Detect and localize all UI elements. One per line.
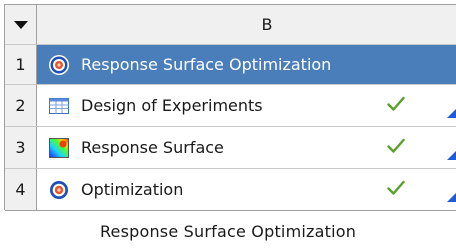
up-to-date-check-icon <box>387 138 405 158</box>
row-label: Optimization <box>81 180 184 199</box>
row-number: 3 <box>5 127 37 168</box>
table-row-design-of-experiments[interactable]: 2 Design of Experiments <box>5 85 456 127</box>
system-cell-table: B 1 Response Surface Optimization 2 Desi… <box>4 4 456 211</box>
connection-handle-icon[interactable] <box>447 103 456 122</box>
connection-handle-icon[interactable] <box>447 187 456 206</box>
collapse-arrow-icon[interactable] <box>13 20 28 29</box>
response-surface-icon <box>37 137 81 158</box>
row-label: Response Surface <box>81 138 224 157</box>
response-surface-optimization-icon <box>37 54 81 76</box>
system-caption[interactable]: Response Surface Optimization <box>0 222 456 241</box>
row-number: 1 <box>5 45 37 84</box>
up-to-date-check-icon <box>387 96 405 116</box>
connection-handle-icon[interactable] <box>447 145 456 164</box>
design-of-experiments-icon <box>37 97 81 114</box>
optimization-icon <box>37 179 81 201</box>
table-header-row: B <box>5 5 456 45</box>
collapse-toggle[interactable] <box>5 5 37 44</box>
analysis-system-block: B 1 Response Surface Optimization 2 Desi… <box>4 4 456 211</box>
row-number: 2 <box>5 85 37 126</box>
row-label: Response Surface Optimization <box>81 55 332 74</box>
table-row-system-title[interactable]: 1 Response Surface Optimization <box>5 45 456 85</box>
table-row-response-surface[interactable]: 3 Response Surface <box>5 127 456 169</box>
column-letter: B <box>261 15 273 34</box>
row-number: 4 <box>5 169 37 210</box>
table-row-optimization[interactable]: 4 Optimization <box>5 169 456 211</box>
up-to-date-check-icon <box>387 180 405 200</box>
system-title-cell[interactable]: Response Surface Optimization <box>37 45 456 84</box>
row-label: Design of Experiments <box>81 96 263 115</box>
